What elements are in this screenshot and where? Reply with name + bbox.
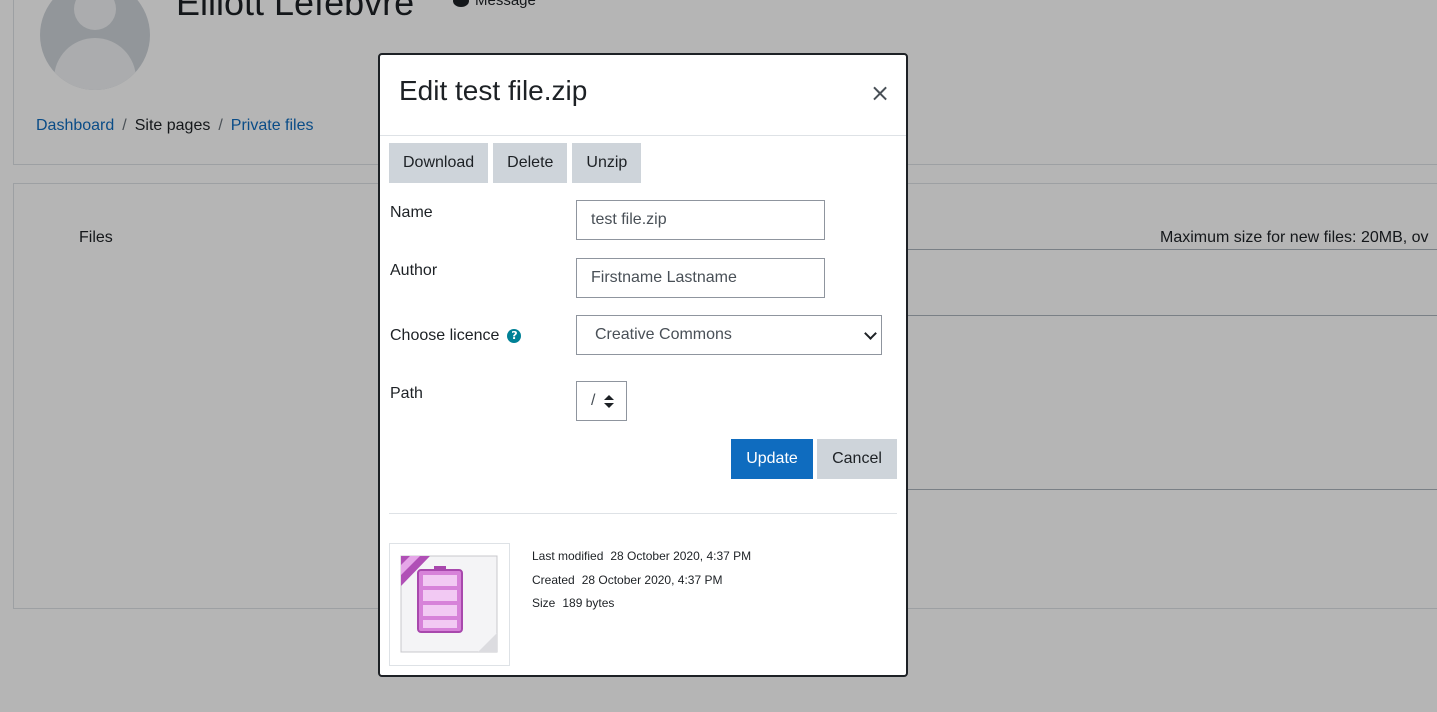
name-label: Name	[390, 204, 433, 221]
dialog-title: Edit test file.zip	[399, 75, 588, 106]
author-input[interactable]	[576, 258, 825, 298]
dialog-header: Edit test file.zip ×	[380, 55, 906, 136]
path-label: Path	[390, 385, 423, 402]
name-input[interactable]	[576, 200, 825, 240]
file-thumbnail	[389, 543, 510, 666]
delete-button[interactable]: Delete	[493, 143, 568, 183]
created-value: 28 October 2020, 4:37 PM	[581, 572, 723, 587]
download-button[interactable]: Download	[389, 143, 489, 183]
edit-file-dialog: Edit test file.zip × Download Delete Unz…	[378, 53, 908, 677]
licence-selected-value: Creative Commons	[595, 326, 732, 343]
cancel-button[interactable]: Cancel	[817, 439, 897, 479]
close-icon[interactable]: ×	[868, 79, 892, 107]
created-row: Created 28 October 2020, 4:37 PM	[532, 569, 751, 593]
file-actions-toolbar: Download Delete Unzip	[389, 143, 642, 183]
help-icon[interactable]: ?	[507, 328, 522, 343]
size-label: Size	[532, 596, 556, 610]
licence-label: Choose licence	[390, 327, 500, 344]
zip-archive-icon	[400, 555, 498, 653]
unzip-button[interactable]: Unzip	[572, 143, 642, 183]
update-button[interactable]: Update	[731, 439, 813, 479]
author-label: Author	[390, 262, 438, 279]
path-select[interactable]: /	[576, 381, 627, 421]
licence-select[interactable]: Creative Commons	[576, 315, 882, 355]
last-modified-label: Last modified	[532, 549, 604, 563]
size-row: Size 189 bytes	[532, 592, 751, 616]
size-value: 189 bytes	[562, 596, 615, 610]
licence-label-row: Choose licence?	[390, 327, 522, 345]
sort-updown-icon	[604, 395, 614, 409]
created-label: Created	[532, 572, 575, 587]
last-modified-value: 28 October 2020, 4:37 PM	[610, 549, 752, 563]
last-modified-row: Last modified 28 October 2020, 4:37 PM	[532, 545, 751, 569]
path-selected-value: /	[591, 392, 596, 409]
dialog-divider	[389, 513, 897, 514]
file-details: Last modified 28 October 2020, 4:37 PM Cr…	[532, 545, 751, 616]
